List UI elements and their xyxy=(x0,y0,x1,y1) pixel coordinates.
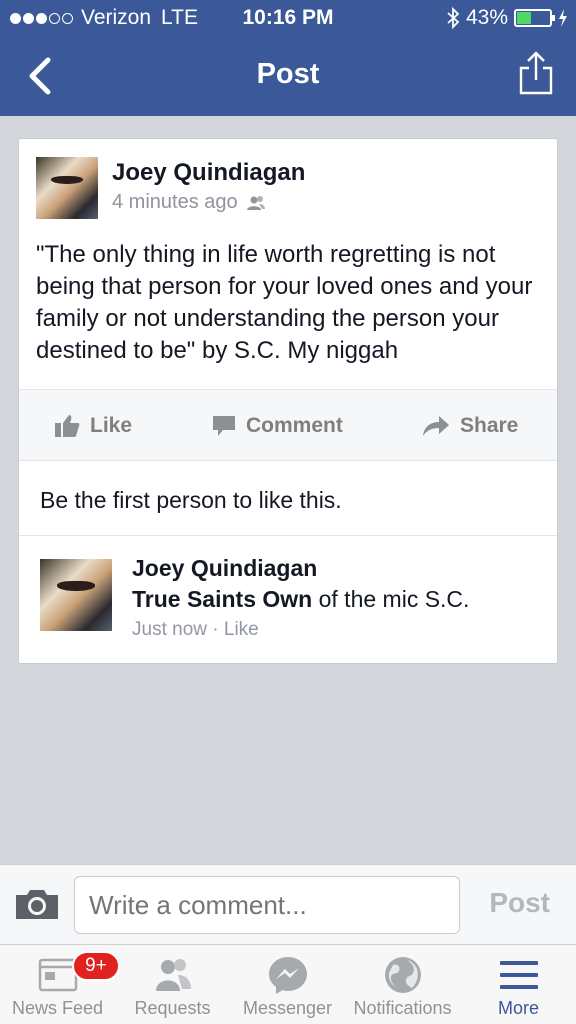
tab-more[interactable]: More xyxy=(461,945,576,1024)
bluetooth-icon xyxy=(447,7,460,29)
friends-icon xyxy=(246,195,265,210)
author-avatar[interactable] xyxy=(36,157,98,219)
post-timestamp[interactable]: 4 minutes ago xyxy=(112,191,238,214)
post-comment-button[interactable]: Post xyxy=(489,887,550,919)
post-actions: Like Comment Share xyxy=(19,389,557,461)
header: Verizon LTE 10:16 PM 43% Post xyxy=(0,0,576,116)
comment-label: Comment xyxy=(246,414,343,437)
tab-label: More xyxy=(497,998,539,1018)
share-button[interactable]: Share xyxy=(422,390,518,462)
comment-composer: Post xyxy=(0,864,576,944)
tab-news-feed[interactable]: 9+ News Feed xyxy=(0,945,120,1024)
tab-notifications[interactable]: Notifications xyxy=(345,945,460,1024)
comment-input[interactable] xyxy=(74,876,460,934)
divider xyxy=(19,535,557,536)
page-title: Post xyxy=(256,58,320,90)
globe-icon xyxy=(384,957,421,993)
chevron-left-icon[interactable] xyxy=(22,54,62,98)
tab-requests[interactable]: Requests xyxy=(115,945,230,1024)
navigation-bar: Post xyxy=(0,40,576,112)
charging-bolt-icon xyxy=(559,9,567,27)
camera-icon[interactable] xyxy=(14,887,60,921)
tab-bar: 9+ News Feed Requests Messenger Notifica… xyxy=(0,944,576,1024)
post-meta: 4 minutes ago xyxy=(112,191,266,214)
post-text: "The only thing in life worth regretting… xyxy=(36,241,533,364)
news-feed-icon xyxy=(38,958,77,992)
share-icon[interactable] xyxy=(518,50,554,96)
meta-separator: · xyxy=(206,619,224,640)
comment-button[interactable]: Comment xyxy=(212,390,343,462)
battery-percentage: 43% xyxy=(465,6,508,29)
like-button[interactable]: Like xyxy=(54,390,132,462)
tab-label: Notifications xyxy=(353,998,452,1018)
battery-icon xyxy=(514,9,555,27)
share-arrow-icon xyxy=(423,416,449,436)
like-label: Like xyxy=(90,414,133,437)
tab-label: Requests xyxy=(134,998,211,1018)
messenger-icon xyxy=(268,957,307,994)
likes-summary: Be the first person to like this. xyxy=(40,487,342,513)
comment-author-name[interactable]: Joey Quindiagan xyxy=(132,555,317,582)
status-bar: Verizon LTE 10:16 PM 43% xyxy=(0,0,576,36)
comment-text: True Saints Own of the mic S.C. xyxy=(132,586,469,613)
tab-label: News Feed xyxy=(11,998,104,1018)
commenter-avatar[interactable] xyxy=(40,559,112,631)
comment-body: of the mic S.C. xyxy=(312,586,470,612)
notification-badge: 9+ xyxy=(72,951,120,981)
post-card: Joey Quindiagan 4 minutes ago "The only … xyxy=(18,138,558,664)
menu-icon xyxy=(499,961,538,989)
comment-bubble-icon xyxy=(213,416,235,436)
comment-like-link[interactable]: Like xyxy=(224,619,259,640)
post-author-name[interactable]: Joey Quindiagan xyxy=(112,159,305,187)
tab-label: Messenger xyxy=(242,998,333,1018)
comment-tag[interactable]: True Saints Own xyxy=(132,586,312,612)
comment-timestamp: Just now xyxy=(132,619,207,640)
thumbs-up-icon xyxy=(55,415,80,437)
friend-requests-icon xyxy=(155,959,191,991)
comment-meta: Just now · Like xyxy=(132,619,259,641)
tab-messenger[interactable]: Messenger xyxy=(230,945,345,1024)
share-label: Share xyxy=(460,414,519,437)
